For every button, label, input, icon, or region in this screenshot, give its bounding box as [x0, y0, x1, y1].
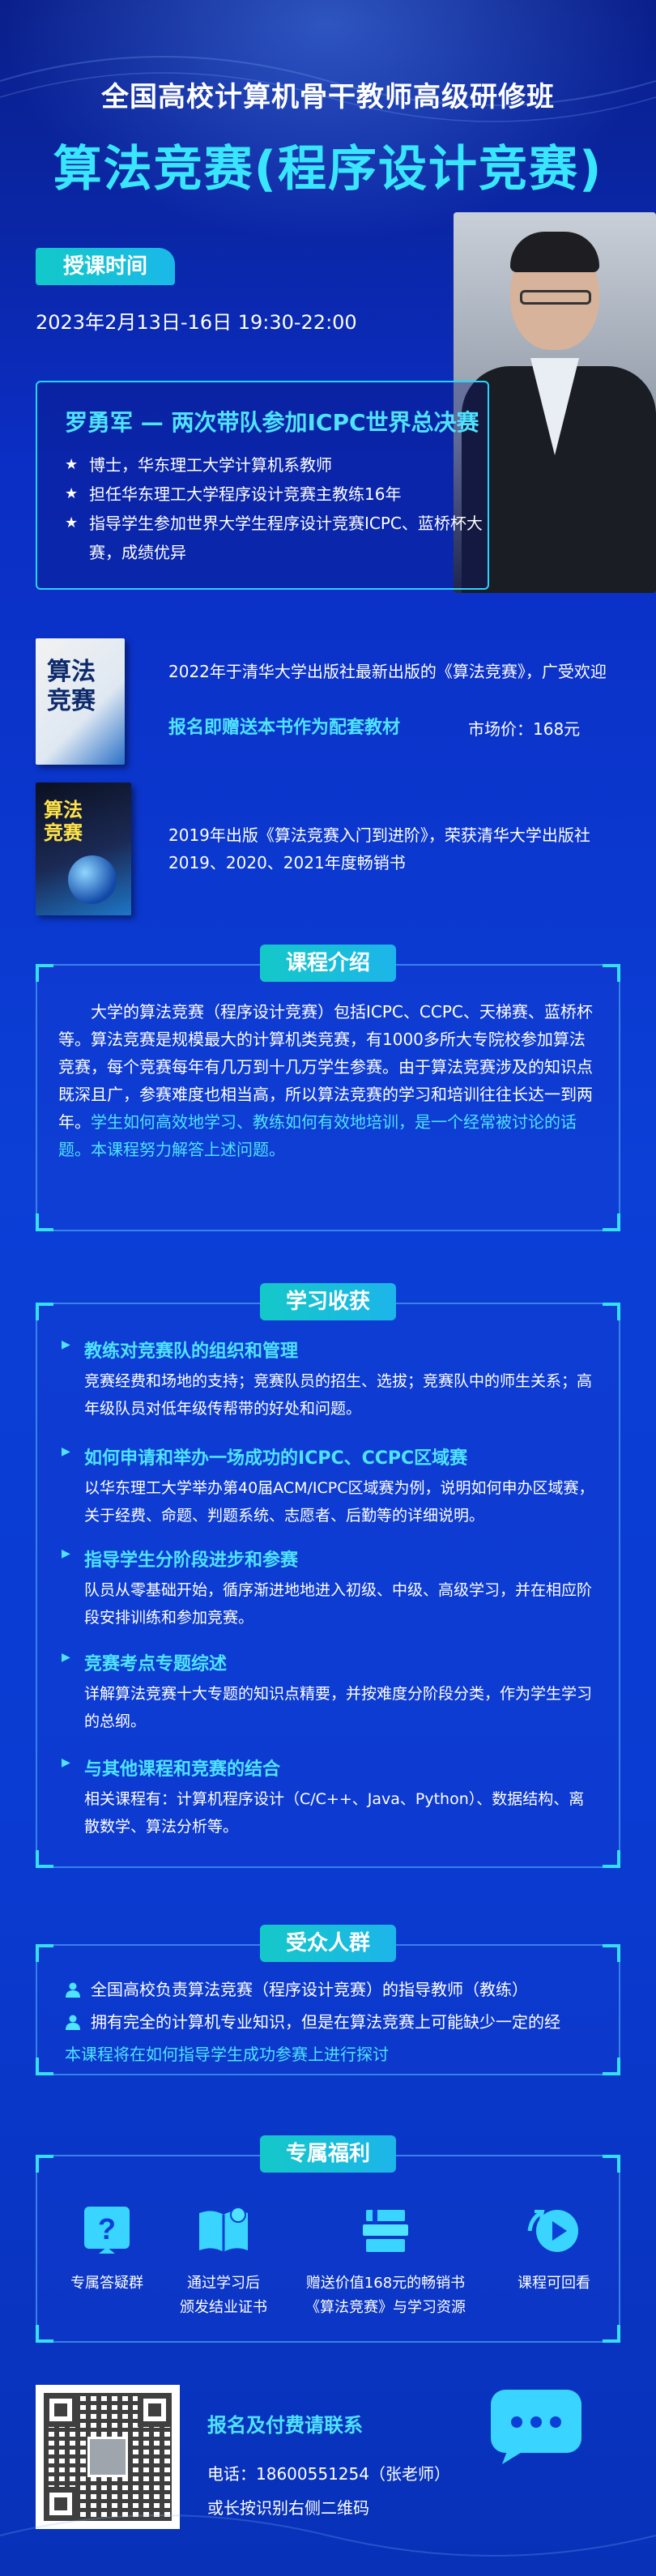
contact-title: 报名及付费请联系: [207, 2414, 363, 2437]
intro-highlight: 学生如何高效地学习、教练如何有效地培训，是一个经常被讨论的话题。本课程努力解答上…: [58, 1112, 577, 1159]
gain-item: 竞赛考点专题综述 详解算法竞赛十大专题的知识点精要，并按难度分阶段分类，作为学生…: [62, 1649, 596, 1735]
perk-label: 通过学习后 颁发结业证书: [180, 2275, 267, 2316]
book-1-promo: 报名即赠送本书作为配套教材: [168, 718, 401, 738]
teacher-name: 罗勇军 — 两次带队参加ICPC世界总决赛: [65, 409, 479, 436]
gain-item: 与其他课程和竞赛的结合 相关课程有：计算机程序设计（C/C++、Java、Pyt…: [62, 1755, 596, 1840]
gain-item: 教练对竞赛队的组织和管理 竞赛经费和场地的支持；竞赛队员的招生、选拔；竞赛队中的…: [62, 1337, 596, 1422]
books-stack-icon: [363, 2210, 408, 2252]
teacher-bullets: 博士，华东理工大学计算机系教师 担任华东理工大学程序设计竞赛主教练16年 指导学…: [65, 450, 486, 567]
qr-logo: [87, 2437, 128, 2477]
book-cover-algorithm-competition: 算法 竞赛: [36, 638, 125, 765]
audience-list: 全国高校负责算法竞赛（程序设计竞赛）的指导教师（教练） 拥有完全的计算机专业知识…: [65, 1973, 599, 2071]
teacher-bullet: 博士，华东理工大学计算机系教师: [65, 450, 486, 480]
audience-row-continued: 本课程将在如何指导学生成功参赛上进行探讨: [65, 2045, 389, 2064]
perk-label: 课程可回看: [518, 2275, 590, 2292]
perks-tag: 专属福利: [260, 2135, 396, 2173]
playback-icon: [527, 2210, 578, 2252]
perk-label: 专属答疑群: [70, 2275, 143, 2292]
teacher-bullet: 指导学生参加世界大学生程序设计竞赛ICPC、蓝桥杯大赛，成绩优异: [65, 509, 486, 567]
footer-wave-decoration: [0, 2514, 656, 2557]
page-title: 算法竞赛(程序设计竞赛): [53, 141, 603, 198]
header-subtitle: 全国高校计算机骨干教师高级研修班: [101, 81, 555, 113]
gain-desc: 队员从零基础开始，循序渐进地地进入初级、中级、高级学习，并在相应阶段安排训练和参…: [84, 1581, 593, 1627]
schedule-time: 2023年2月13日-16日 19:30-22:00: [36, 311, 357, 334]
perk-item: 通过学习后 颁发结业证书: [159, 2203, 288, 2320]
gain-desc: 竞赛经费和场地的支持；竞赛队员的招生、选拔；竞赛队中的师生关系；高年级队员对低年…: [84, 1372, 593, 1418]
person-icon: [66, 1982, 80, 1998]
book-icon: [199, 2207, 248, 2252]
course-intro-text: 大学的算法竞赛（程序设计竞赛）包括ICPC、CCPC、天梯赛、蓝桥杯等。算法竞赛…: [58, 998, 598, 1163]
schedule-tag: 授课时间: [36, 248, 175, 285]
svg-text:?: ?: [98, 2212, 116, 2245]
perk-item: 课程可回看: [489, 2203, 619, 2296]
learning-gains-tag: 学习收获: [260, 1283, 396, 1320]
book-cover-entry-to-advanced: 算法 竞赛: [36, 783, 131, 915]
perk-label: 赠送价值168元的畅销书 《算法竞赛》与学习资源: [305, 2275, 466, 2316]
planet-graphic: [68, 855, 117, 904]
gain-desc: 以华东理工大学举办第40届ACM/ICPC区域赛为例，说明如何申办区域赛，关于经…: [84, 1479, 594, 1525]
book-2-description: 2019年出版《算法竞赛入门到进阶》，荣获清华大学出版社2019、2020、20…: [168, 825, 590, 872]
gain-title: 如何申请和举办一场成功的ICPC、CCPC区域赛: [62, 1444, 596, 1469]
gain-title: 竞赛考点专题综述: [62, 1649, 596, 1675]
book-cover-title: 算法 竞赛: [44, 799, 83, 844]
person-icon: [66, 2015, 80, 2030]
gain-title: 与其他课程和竞赛的结合: [62, 1755, 596, 1781]
gain-item: 如何申请和举办一场成功的ICPC、CCPC区域赛 以华东理工大学举办第40届AC…: [62, 1444, 596, 1529]
audience-row: 拥有完全的计算机专业知识，但是在算法竞赛上可能缺少一定的经: [65, 2006, 599, 2038]
gain-desc: 详解算法竞赛十大专题的知识点精要，并按难度分阶段分类，作为学生学习的总纲。: [84, 1685, 593, 1730]
audience-row-text: 全国高校负责算法竞赛（程序设计竞赛）的指导教师（教练）: [91, 1980, 528, 1999]
teacher-bullet: 担任华东理工大学程序设计竞赛主教练16年: [65, 480, 486, 509]
book-1-price: 市场价：168元: [468, 719, 581, 739]
gain-title: 教练对竞赛队的组织和管理: [62, 1337, 596, 1363]
perk-item: 赠送价值168元的畅销书 《算法竞赛》与学习资源: [296, 2203, 475, 2320]
question-icon: ?: [84, 2207, 130, 2254]
chat-bubble-icon: [491, 2390, 581, 2464]
course-intro-tag: 课程介绍: [260, 945, 396, 982]
gain-desc: 相关课程有：计算机程序设计（C/C++、Java、Python）、数据结构、离散…: [84, 1790, 585, 1836]
audience-tag: 受众人群: [260, 1925, 396, 1962]
gain-item: 指导学生分阶段进步和参赛 队员从零基础开始，循序渐进地地进入初级、中级、高级学习…: [62, 1546, 596, 1631]
gain-title: 指导学生分阶段进步和参赛: [62, 1546, 596, 1572]
book-1-description: 2022年于清华大学出版社最新出版的《算法竞赛》，广受欢迎: [168, 662, 607, 681]
perk-item: ? 专属答疑群: [42, 2203, 172, 2296]
audience-row: 全国高校负责算法竞赛（程序设计竞赛）的指导教师（教练）: [65, 1973, 599, 2006]
audience-row-text: 拥有完全的计算机专业知识，但是在算法竞赛上可能缺少一定的经: [91, 2012, 560, 2032]
book-cover-title: 算法 竞赛: [47, 658, 96, 715]
